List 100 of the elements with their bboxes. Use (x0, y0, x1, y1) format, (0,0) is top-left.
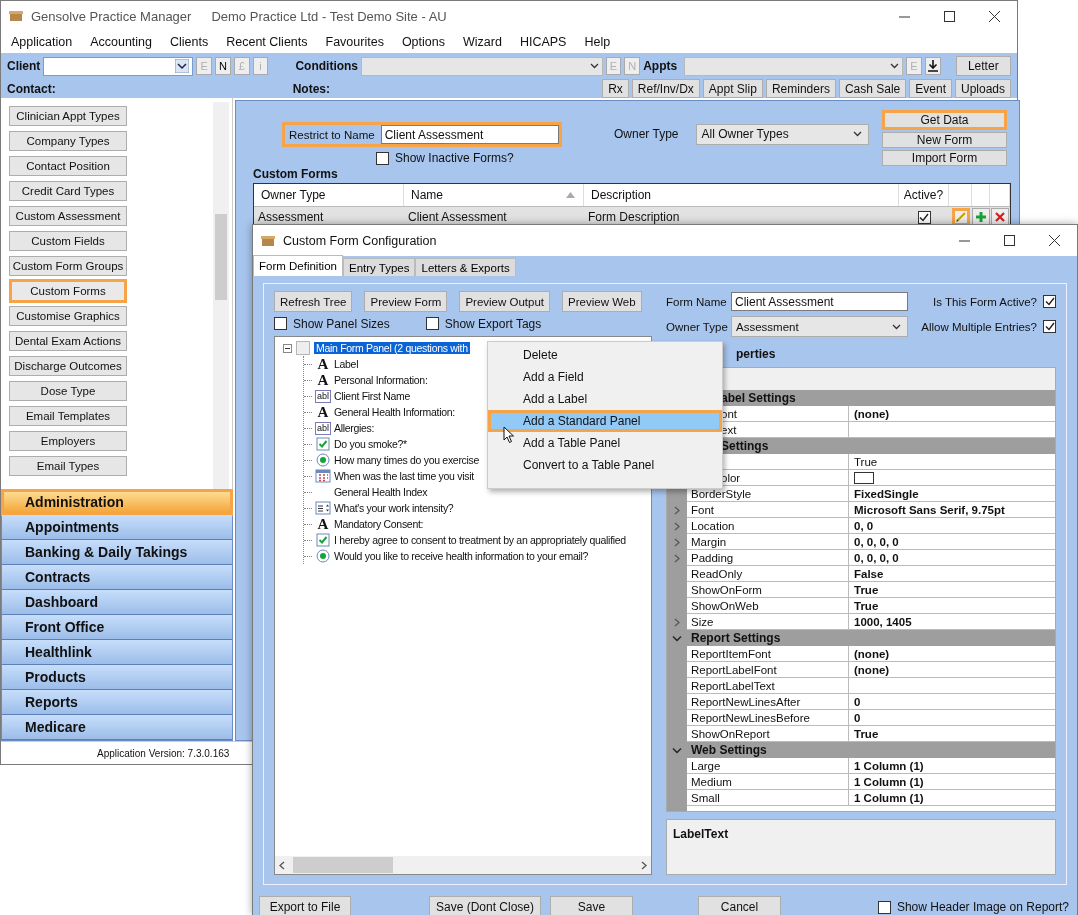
footer-button[interactable]: Save (550, 895, 633, 915)
menu-item[interactable]: Application (9, 35, 75, 49)
menu-item[interactable]: Wizard (461, 35, 504, 49)
tree-item[interactable]: Mandatory Consent: (334, 518, 424, 530)
property-value[interactable]: (none) (854, 408, 890, 420)
admin-list-item[interactable]: Dental Exam Actions (9, 331, 127, 351)
property-value[interactable]: True (854, 584, 879, 596)
menu-item[interactable]: Recent Clients (224, 35, 310, 49)
form-name-field[interactable]: Client Assessment (731, 292, 908, 311)
scroll-right-icon[interactable] (641, 860, 647, 870)
expand-chevron-icon[interactable] (674, 617, 680, 627)
tab[interactable]: Letters & Exports (415, 258, 516, 276)
horizontal-scrollbar[interactable] (275, 856, 651, 874)
property-value[interactable]: FixedSingle (854, 488, 919, 500)
nav-section[interactable]: Administration (2, 490, 232, 515)
section-header[interactable]: Web Settings (687, 742, 1055, 758)
menu-item[interactable]: Help (582, 35, 613, 49)
tree-item[interactable]: Do you smoke?* (334, 438, 407, 450)
tree-toolbar-button[interactable]: Preview Form (364, 291, 448, 312)
caret-icon[interactable] (589, 63, 599, 69)
menu-item[interactable]: HICAPS (517, 35, 569, 49)
action-button[interactable]: Reminders (765, 79, 836, 98)
checkbox[interactable] (1043, 320, 1056, 333)
scroll-left-icon[interactable] (279, 860, 285, 870)
menu-item[interactable]: Accounting (88, 35, 154, 49)
toolbar-button[interactable]: N (215, 57, 231, 75)
owner-type-dropdown[interactable]: Assessment (731, 316, 908, 337)
nav-section[interactable]: Reports (2, 690, 232, 715)
action-button[interactable]: Appt Slip (702, 79, 763, 98)
admin-list-item[interactable]: Contact Position (9, 156, 127, 176)
property-value[interactable]: 0 (854, 696, 861, 708)
property-value[interactable]: True (854, 456, 878, 468)
action-button[interactable]: Cash Sale (838, 79, 907, 98)
admin-list-item[interactable]: Credit Card Types (9, 181, 127, 201)
checkbox[interactable] (1043, 295, 1056, 308)
maximize-icon[interactable] (944, 10, 955, 22)
color-swatch[interactable] (854, 472, 874, 484)
nav-section[interactable]: Medicare (2, 715, 232, 740)
tree-toolbar-button[interactable]: Preview Output (459, 291, 551, 312)
menu-item[interactable]: Favourites (323, 35, 386, 49)
form-action-button[interactable]: Import Form (882, 150, 1007, 166)
footer-button[interactable]: Save (Dont Close) (429, 895, 541, 915)
checkbox[interactable] (274, 317, 287, 330)
property-value[interactable]: (none) (854, 664, 890, 676)
admin-list-item[interactable]: Custom Fields (9, 231, 127, 251)
caret-icon[interactable] (890, 63, 899, 69)
close-icon[interactable] (989, 10, 1000, 22)
checkbox[interactable] (877, 900, 891, 914)
section-header[interactable]: Report Settings (687, 630, 1055, 646)
tree-item[interactable]: I hereby agree to consent to treatment by an appropriately qualified (334, 534, 626, 546)
tree-item[interactable]: Label (334, 358, 359, 370)
checkbox[interactable] (425, 317, 439, 330)
collapse-chevron-icon[interactable] (672, 634, 682, 642)
collapse-icon[interactable] (283, 343, 292, 353)
nav-section[interactable]: Dashboard (2, 590, 232, 615)
admin-list-item[interactable]: Custom Forms (9, 279, 127, 303)
footer-button[interactable]: Cancel (698, 895, 781, 915)
property-value[interactable]: 1000, 1405 (854, 616, 912, 628)
dropdown-arrow-icon[interactable] (175, 59, 190, 73)
admin-list-item[interactable]: Dose Type (9, 381, 127, 401)
tree-item[interactable]: General Health Information: (334, 406, 455, 418)
caret-icon[interactable] (892, 323, 901, 330)
maximize-icon[interactable] (1004, 235, 1015, 246)
action-button[interactable]: Rx (602, 79, 629, 98)
tab[interactable]: Form Definition (253, 255, 343, 276)
action-button[interactable]: Ref/Inv/Dx (631, 79, 700, 98)
context-menu-item[interactable]: Add a Standard Panel (488, 410, 722, 432)
admin-list-item[interactable]: Employers (9, 431, 127, 451)
tree-item[interactable]: How many times do you exercise (334, 454, 480, 466)
context-menu[interactable]: Delete Add a Field Add a Label Add a Standard Panel Add a Table Panel Convert to a Table Panel (487, 341, 723, 489)
admin-list-item[interactable]: Company Types (9, 131, 127, 151)
property-value[interactable]: 0, 0 (854, 520, 874, 532)
scrollbar[interactable] (213, 102, 229, 489)
menu-item[interactable]: Options (399, 35, 447, 49)
admin-list-item[interactable]: Customise Graphics (9, 306, 127, 326)
menu-item[interactable]: Clients (168, 35, 211, 49)
admin-list-item[interactable]: Clinician Appt Types (9, 106, 127, 126)
admin-list-item[interactable]: Custom Form Groups (9, 256, 127, 276)
download-button[interactable] (924, 57, 941, 75)
close-icon[interactable] (1049, 235, 1060, 246)
owner-type-dropdown[interactable]: All Owner Types (696, 123, 870, 145)
tree-toolbar-button[interactable]: Refresh Tree (274, 291, 353, 312)
nav-section[interactable]: Banking & Daily Takings (2, 540, 232, 565)
property-value[interactable]: 1 Column (1) (854, 792, 924, 804)
active-checkbox[interactable] (917, 210, 931, 224)
tab[interactable]: Entry Types (342, 258, 416, 276)
property-value[interactable]: 0 (854, 712, 861, 724)
admin-list-item[interactable]: Custom Assessment (9, 206, 127, 226)
action-button[interactable]: Event (909, 79, 952, 98)
nav-section[interactable]: Appointments (2, 515, 232, 540)
admin-list-item[interactable]: Email Templates (9, 406, 127, 426)
context-menu-item[interactable]: Delete (488, 344, 722, 366)
admin-list-item[interactable]: Email Types (9, 456, 127, 476)
name-field[interactable]: Client Assessment (380, 125, 559, 144)
tree-item[interactable]: What's your work intensity? (334, 502, 454, 514)
property-value[interactable]: 0, 0, 0, 0 (854, 536, 899, 548)
tree-item[interactable]: Would you like to receive health information to your email? (334, 550, 589, 562)
tree-item[interactable]: Personal Information: (334, 374, 428, 386)
footer-button[interactable]: Export to File (259, 895, 351, 915)
tree-item[interactable]: Allergies: (334, 422, 375, 434)
